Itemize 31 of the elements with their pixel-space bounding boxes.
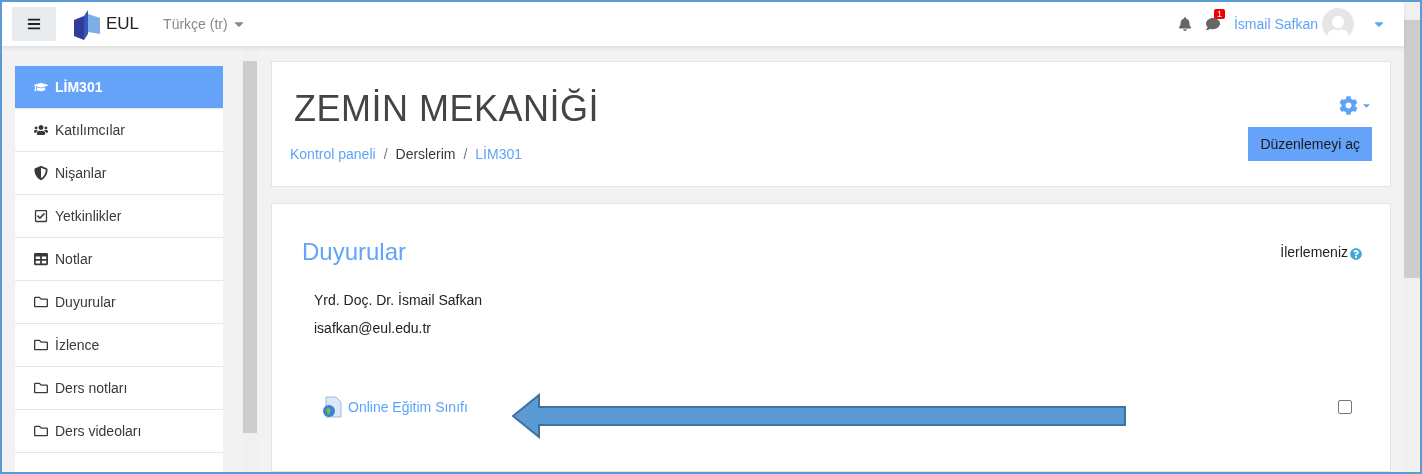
folder-icon <box>34 295 48 309</box>
message-icon[interactable] <box>1205 17 1220 31</box>
breadcrumb-separator: / <box>383 146 388 162</box>
checkbox-icon <box>34 209 48 223</box>
folder-icon <box>34 338 48 352</box>
edit-button[interactable]: Düzenlemeyi aç <box>1248 127 1372 161</box>
section-text: Yrd. Doç. Dr. İsmail Safkan <box>314 292 484 308</box>
shield-icon <box>34 166 48 180</box>
gear-icon <box>1339 96 1358 115</box>
folder-icon <box>34 381 48 395</box>
folder-icon <box>34 424 48 438</box>
page-title: ZEMİN MEKANİĞİ <box>294 88 601 130</box>
notification-badge: 1 <box>1213 9 1225 19</box>
menu-button[interactable] <box>12 7 56 41</box>
users-icon <box>34 123 48 137</box>
progress-label: İlerlemeniz <box>1280 238 1362 266</box>
menu-icon <box>27 17 41 31</box>
graduation-cap-icon <box>34 80 48 94</box>
section-title: Duyurular <box>302 238 407 266</box>
logo-icon <box>74 8 100 40</box>
breadcrumb-item[interactable]: Derslerim <box>395 146 456 162</box>
globe-document-icon <box>322 396 342 418</box>
bell-icon[interactable] <box>1177 17 1192 31</box>
brand-name: EUL <box>106 14 140 34</box>
breadcrumb-separator: / <box>463 146 468 162</box>
section-text: isafkan@eul.edu.tr <box>314 320 432 336</box>
language-menu[interactable]: Türkçe (tr) <box>157 15 252 33</box>
help-icon[interactable] <box>1350 248 1362 260</box>
settings-button[interactable] <box>1339 96 1372 115</box>
completion-checkbox[interactable] <box>1338 400 1352 414</box>
table-icon <box>34 252 48 266</box>
